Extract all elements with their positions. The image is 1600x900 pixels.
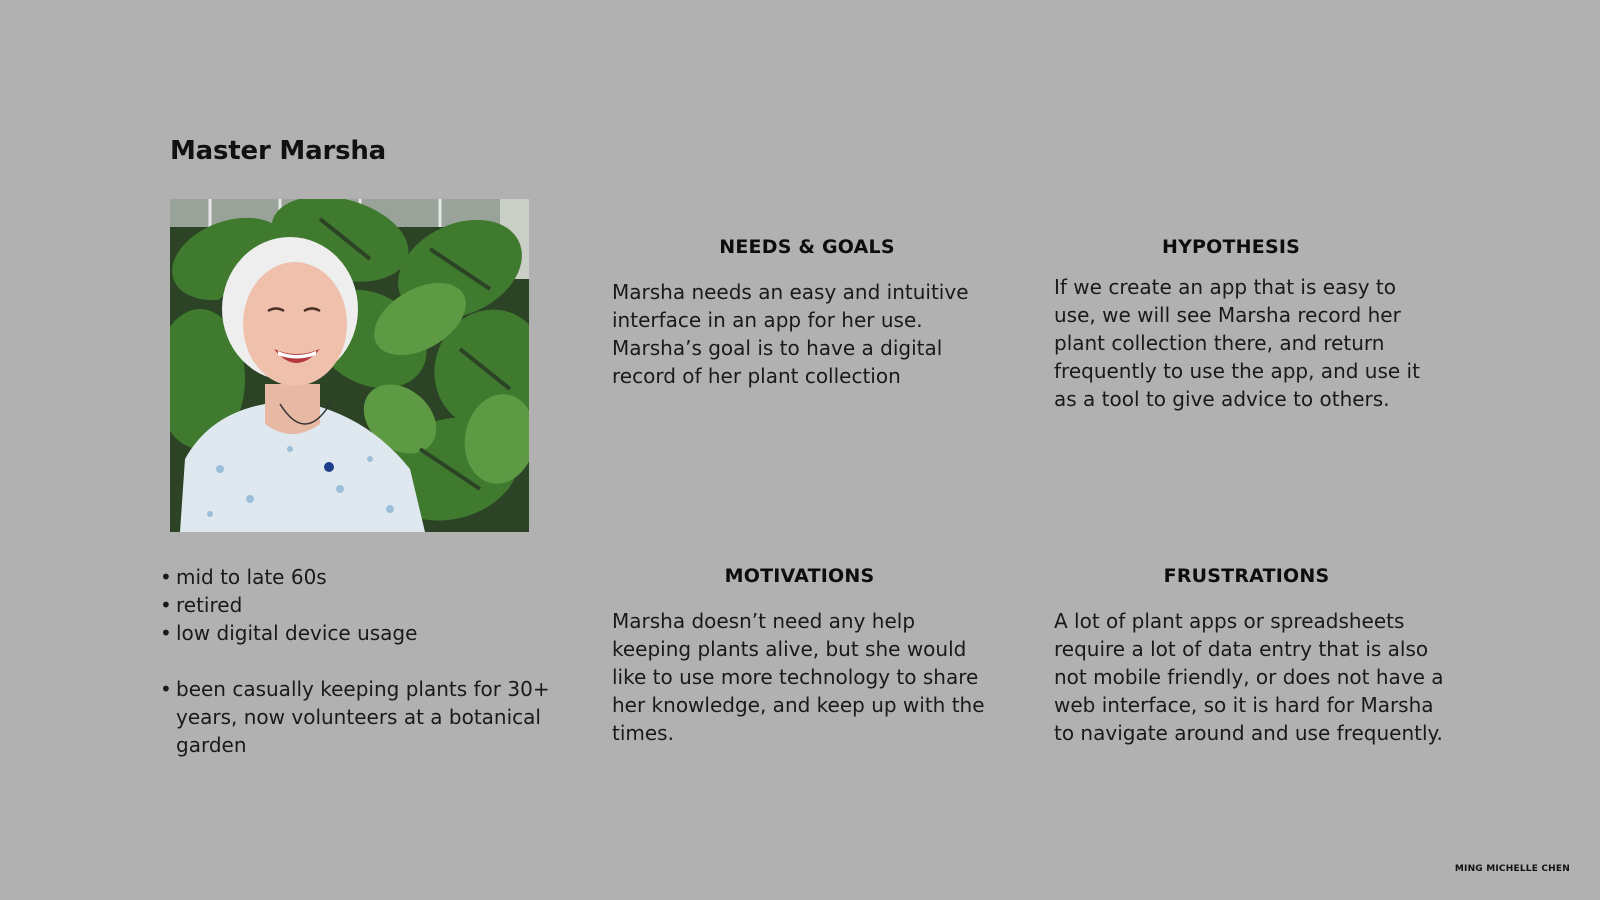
hypothesis-text: If we create an app that is easy to use,…	[1054, 275, 1420, 411]
list-item: mid to late 60s	[160, 563, 550, 591]
motivations-text: Marsha doesn’t need any help keeping pla…	[612, 609, 985, 745]
list-item: low digital device usage	[160, 619, 550, 647]
hypothesis-heading: HYPOTHESIS	[1161, 236, 1300, 258]
demographics-list: mid to late 60s retired low digital devi…	[160, 563, 550, 759]
author-credit: MING MICHELLE CHEN	[1454, 864, 1570, 874]
persona-photo-illustration	[170, 199, 529, 532]
persona-name: Master Marsha	[170, 136, 387, 166]
motivations-heading: MOTIVATIONS	[724, 565, 875, 587]
needs-goals-text: Marsha needs an easy and intuitive inter…	[612, 280, 969, 388]
list-item: retired	[160, 591, 550, 619]
frustrations-text: A lot of plant apps or spreadsheets requ…	[1054, 609, 1444, 745]
persona-photo	[170, 199, 529, 532]
list-item: been casually keeping plants for 30+ yea…	[160, 675, 550, 759]
frustrations-heading: FRUSTRATIONS	[1163, 565, 1330, 587]
needs-goals-heading: NEEDS & GOALS	[719, 236, 895, 258]
